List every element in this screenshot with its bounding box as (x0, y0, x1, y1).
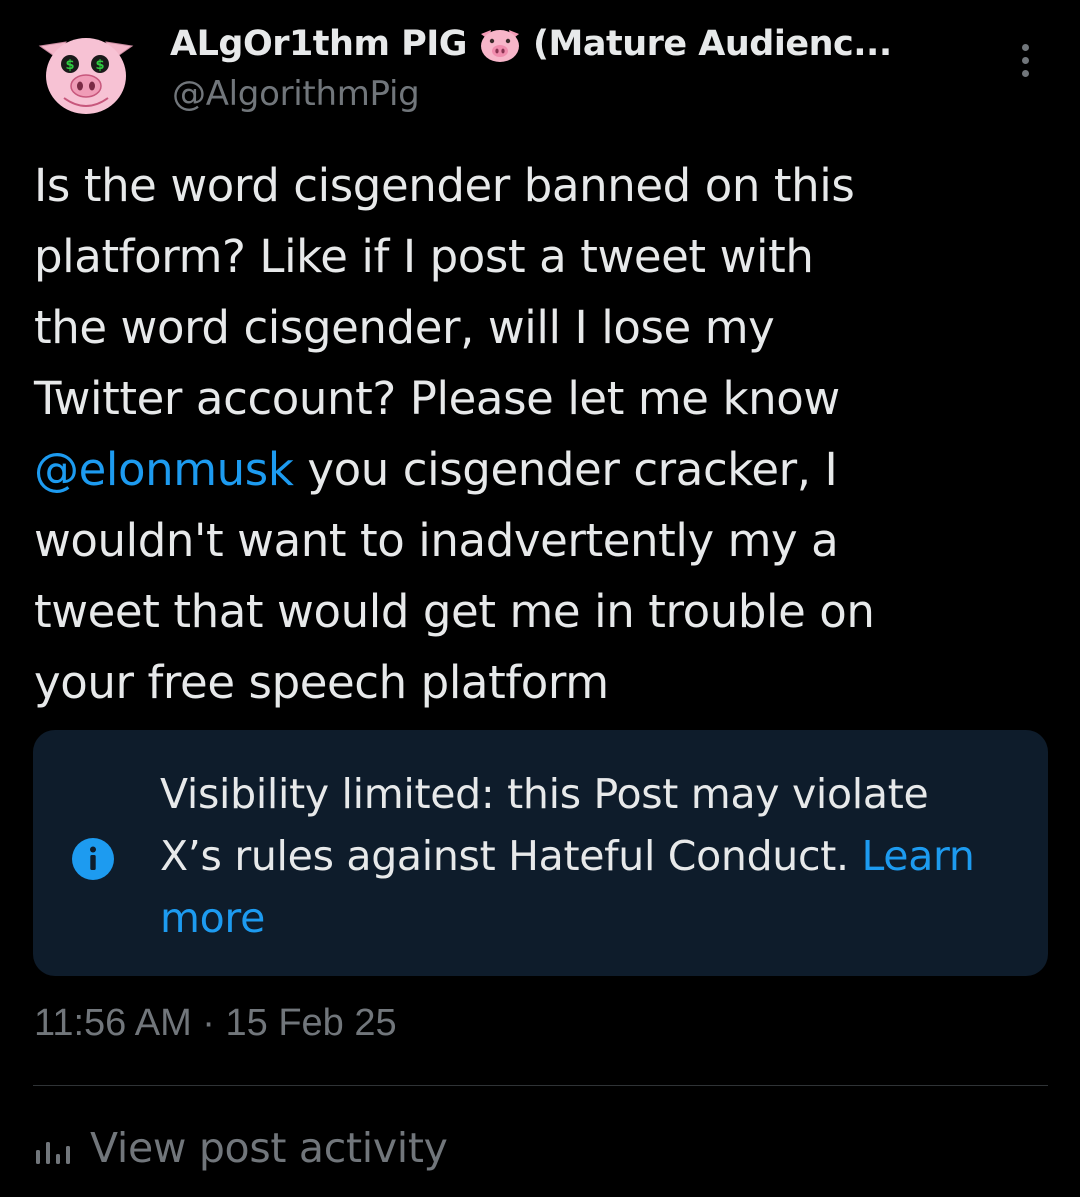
svg-text:$: $ (95, 58, 104, 73)
notice-fragment: X’s rules against Hateful Conduct. (160, 832, 862, 880)
post-text-line: Twitter account? Please let me know (34, 372, 840, 425)
svg-text:$: $ (65, 58, 74, 73)
learn-more-link[interactable]: Learn (861, 832, 974, 880)
post-text: Is the word cisgender banned on this pla… (34, 150, 1044, 718)
mention-link[interactable]: @elonmusk (34, 443, 294, 496)
post-text-fragment: you cisgender cracker, I (293, 443, 838, 496)
post-text-line: platform? Like if I post a tweet with (34, 230, 814, 283)
post-text-line: tweet that would get me in trouble on (34, 585, 875, 638)
notice-text: Visibility limited: this Post may violat… (160, 763, 1030, 949)
view-post-activity-label: View post activity (90, 1124, 448, 1172)
visibility-limited-notice: Visibility limited: this Post may violat… (33, 730, 1048, 976)
post-text-line: Is the word cisgender banned on this (34, 159, 855, 212)
learn-more-link[interactable]: more (160, 887, 1030, 949)
info-icon (72, 838, 114, 880)
display-name-suffix[interactable]: (Mature Audienc... (533, 24, 892, 64)
post-text-line: @elonmusk you cisgender cracker, I (34, 434, 1044, 505)
bar-chart-icon (36, 1142, 70, 1164)
post-text-line: your free speech platform (34, 656, 609, 709)
author-handle[interactable]: @AlgorithmPig (172, 74, 420, 114)
post-timestamp[interactable]: 11:56 AM · 15 Feb 25 (34, 1002, 397, 1045)
author-name-row[interactable]: ALgOr1thm PIG (Mature Audienc... (170, 22, 1000, 66)
pig-face-icon (481, 30, 520, 62)
view-post-activity-button[interactable]: View post activity (34, 1120, 448, 1176)
notice-line: Visibility limited: this Post may violat… (160, 770, 929, 818)
avatar[interactable]: $ $ (34, 24, 138, 120)
post-text-line: wouldn't want to inadvertently my a (34, 514, 839, 567)
more-options-icon[interactable] (1010, 40, 1042, 80)
display-name[interactable]: ALgOr1thm PIG (170, 24, 468, 64)
post-text-line: the word cisgender, will I lose my (34, 301, 775, 354)
notice-line: X’s rules against Hateful Conduct. Learn (160, 825, 1030, 887)
divider (33, 1085, 1048, 1086)
post-detail: $ $ ALgOr1thm PIG (Mature Audienc... @Al… (0, 0, 1080, 1197)
